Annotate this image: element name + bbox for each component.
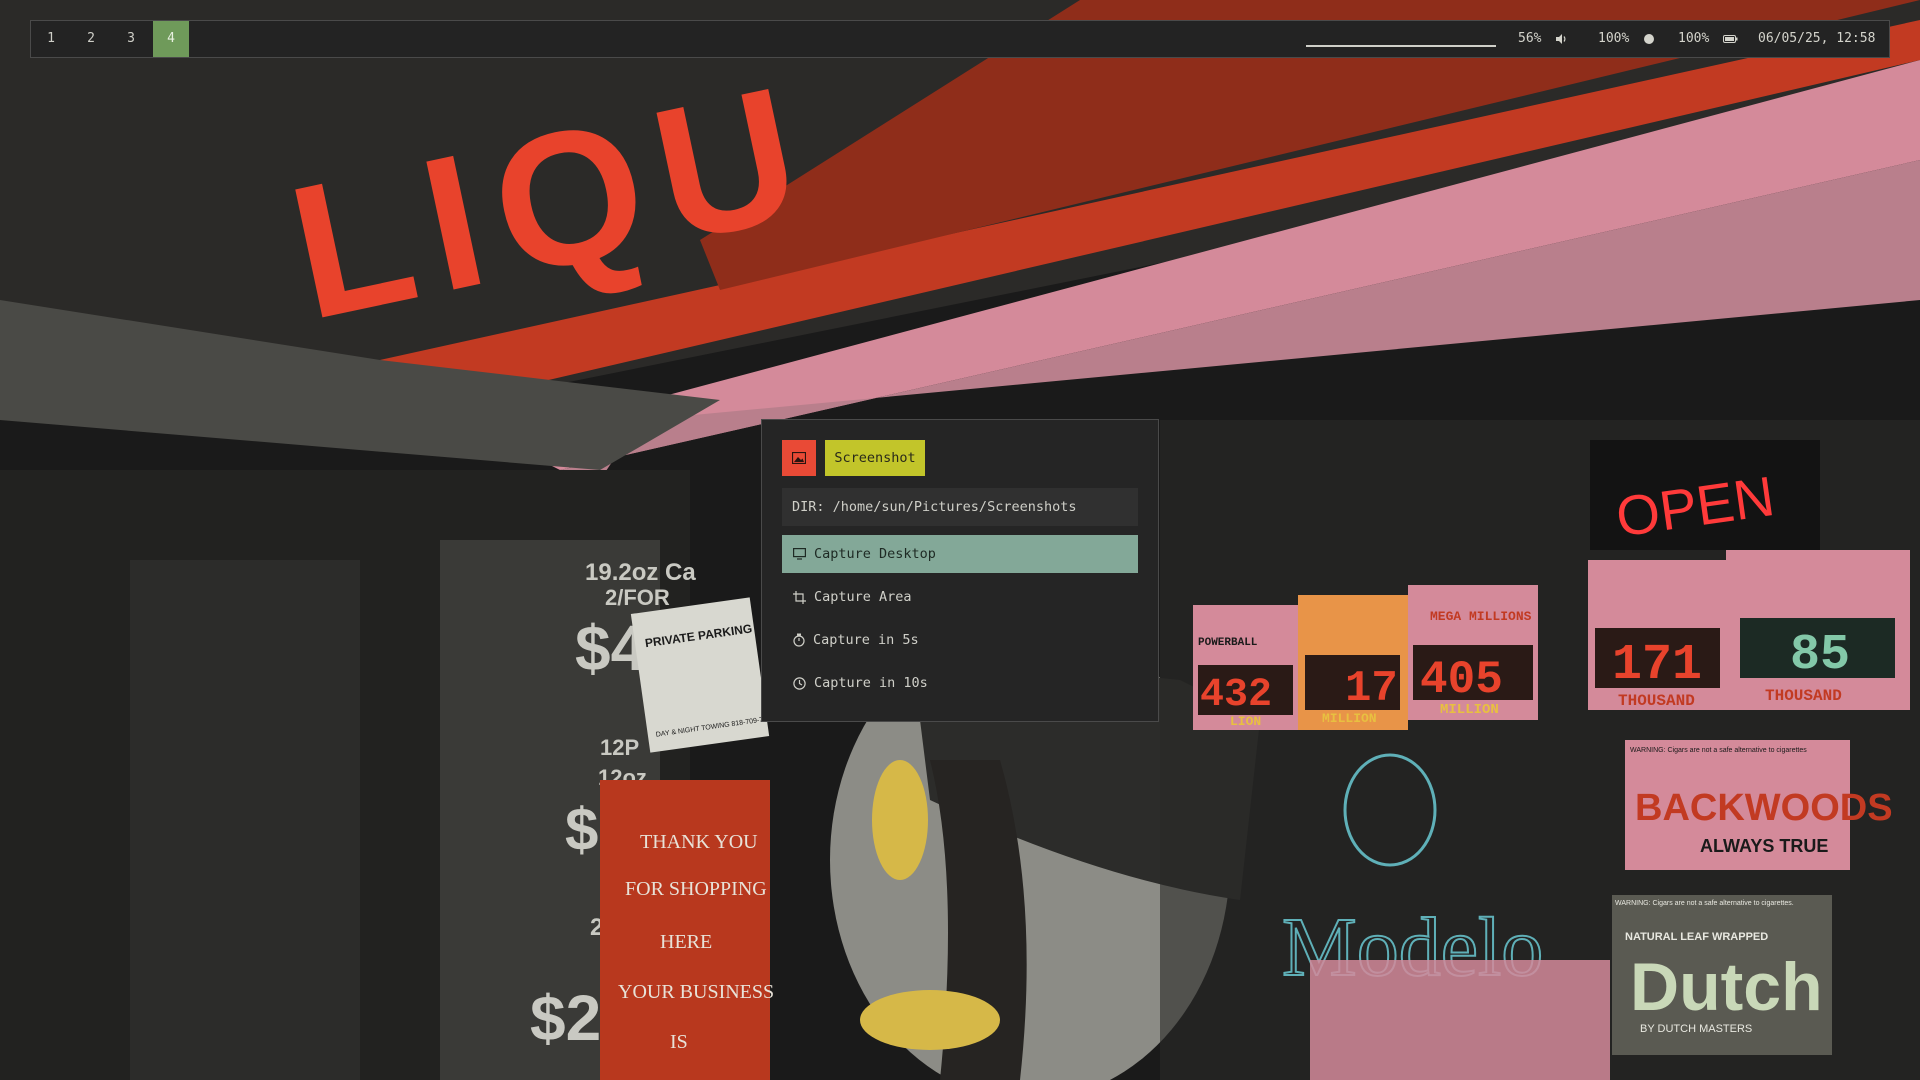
screenshot-directory: DIR: /home/sun/Pictures/Screenshots	[782, 488, 1138, 526]
capture-area-item[interactable]: Capture Area	[782, 578, 1138, 616]
svg-text:MILLION: MILLION	[1440, 702, 1499, 718]
clock[interactable]: 06/05/25, 12:58	[1758, 21, 1875, 57]
svg-text:HERE: HERE	[660, 931, 712, 953]
svg-text:POWERBALL: POWERBALL	[1198, 637, 1258, 649]
svg-text:WARNING: Cigars are not a safe: WARNING: Cigars are not a safe alternati…	[1615, 900, 1794, 907]
svg-text:12P: 12P	[600, 735, 639, 760]
image-icon	[782, 440, 816, 476]
svg-text:2/FOR: 2/FOR	[605, 585, 670, 610]
thank-you-poster: THANK YOU FOR SHOPPING HERE YOUR BUSINES…	[600, 780, 774, 1080]
crop-icon	[793, 590, 806, 604]
brightness-value: 100%	[1598, 31, 1630, 46]
svg-text:IS: IS	[670, 1031, 688, 1053]
top-bar: 1 2 3 4 56% 100% 100% 06/05/25, 12:58	[30, 20, 1890, 58]
capture-area-label: Capture Area	[814, 589, 912, 605]
svg-text:FOR SHOPPING: FOR SHOPPING	[625, 878, 767, 900]
volume-value: 56%	[1518, 31, 1542, 46]
svg-text:405: 405	[1420, 654, 1503, 706]
capture-10s-item[interactable]: Capture in 10s	[782, 664, 1138, 702]
svg-text:17: 17	[1345, 664, 1398, 714]
speaker-icon	[1556, 33, 1566, 44]
media-progress-bar	[1306, 45, 1496, 47]
svg-text:YOUR BUSINESS: YOUR BUSINESS	[618, 981, 774, 1003]
capture-10s-label: Capture in 10s	[814, 675, 928, 691]
volume-indicator[interactable]: 56%	[1518, 21, 1567, 57]
clock-icon	[793, 676, 806, 690]
svg-text:WARNING: Cigars are not a safe: WARNING: Cigars are not a safe alternati…	[1630, 747, 1807, 754]
svg-text:85: 85	[1790, 627, 1850, 684]
svg-text:THOUSAND: THOUSAND	[1765, 687, 1842, 705]
capture-desktop-item[interactable]: Capture Desktop	[782, 535, 1138, 573]
capture-5s-item[interactable]: Capture in 5s	[782, 621, 1138, 659]
svg-text:BY DUTCH MASTERS: BY DUTCH MASTERS	[1640, 1023, 1752, 1035]
capture-5s-label: Capture in 5s	[813, 632, 919, 648]
screenshot-menu: Screenshot DIR: /home/sun/Pictures/Scree…	[761, 419, 1159, 722]
svg-text:BACKWOODS: BACKWOODS	[1635, 787, 1893, 829]
svg-text:ALWAYS TRUE: ALWAYS TRUE	[1700, 836, 1828, 856]
svg-text:MILLION: MILLION	[1322, 711, 1377, 726]
timer-icon	[793, 633, 805, 647]
battery-value: 100%	[1678, 31, 1710, 46]
workspace-1-button[interactable]: 1	[33, 21, 69, 57]
svg-text:LION: LION	[1230, 714, 1261, 729]
svg-text:MEGA MILLIONS: MEGA MILLIONS	[1430, 609, 1532, 624]
workspace-2-button[interactable]: 2	[73, 21, 109, 57]
brightness-indicator[interactable]: 100%	[1598, 21, 1655, 57]
svg-text:THANK YOU: THANK YOU	[640, 831, 758, 853]
dutch-sign: WARNING: Cigars are not a safe alternati…	[1612, 895, 1832, 1055]
dot-icon	[1644, 33, 1655, 44]
svg-text:171: 171	[1612, 637, 1702, 694]
menu-title: Screenshot	[825, 440, 925, 476]
capture-desktop-label: Capture Desktop	[814, 546, 936, 562]
svg-text:432: 432	[1200, 673, 1272, 718]
svg-text:NATURAL LEAF WRAPPED: NATURAL LEAF WRAPPED	[1625, 931, 1768, 943]
battery-icon	[1723, 34, 1738, 43]
svg-text:THOUSAND: THOUSAND	[1618, 692, 1695, 710]
svg-text:19.2oz Ca: 19.2oz Ca	[585, 559, 696, 586]
workspace-4-button[interactable]: 4	[153, 21, 189, 57]
svg-text:Dutch: Dutch	[1630, 949, 1823, 1025]
workspace-3-button[interactable]: 3	[113, 21, 149, 57]
open-neon-sign: OPEN	[1590, 440, 1820, 550]
monitor-icon	[793, 548, 806, 560]
battery-indicator[interactable]: 100%	[1678, 21, 1738, 57]
